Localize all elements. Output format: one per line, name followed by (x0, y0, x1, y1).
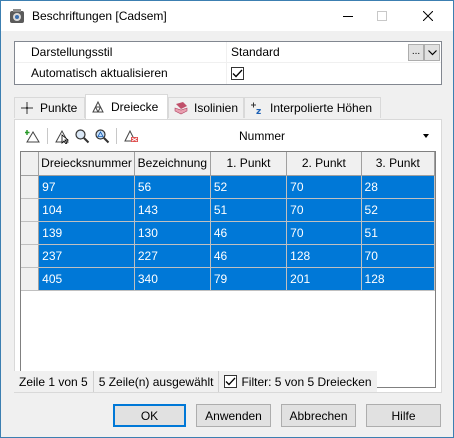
table-cell[interactable]: 52 (210, 175, 288, 199)
table-cell[interactable]: 56 (134, 175, 211, 199)
table-cell[interactable]: 128 (361, 267, 435, 291)
table-cell[interactable]: 130 (134, 221, 211, 245)
property-grid: Darstellungsstil Standard ... Automatisc… (14, 41, 442, 85)
toolbar-separator (47, 128, 48, 144)
tab-punkte[interactable]: Punkte (14, 97, 85, 118)
table-cell[interactable]: 70 (361, 244, 435, 268)
filter-label: Filter: 5 von 5 Dreiecken (241, 374, 372, 389)
table-header-row: Dreiecksnummer Bezeichnung 1. Punkt 2. P… (21, 152, 435, 176)
tab-dreiecke[interactable]: Dreiecke (85, 94, 168, 119)
table-cell[interactable]: 70 (286, 221, 362, 245)
property-label: Automatisch aktualisieren (31, 66, 168, 80)
ok-button[interactable]: OK (113, 404, 186, 427)
table-cell[interactable]: 237 (38, 244, 135, 268)
filter-checkbox[interactable] (224, 375, 238, 388)
table-cell[interactable]: 28 (361, 175, 435, 199)
toolbar-separator (116, 128, 117, 144)
table-cell[interactable]: 405 (38, 267, 135, 291)
zoom-selection-icon[interactable] (92, 126, 112, 146)
table-cell[interactable]: 128 (286, 244, 362, 268)
close-button[interactable] (411, 1, 445, 30)
toolbar (23, 126, 141, 146)
table-cell[interactable]: 227 (134, 244, 211, 268)
combobox-value: Nummer (239, 129, 286, 143)
add-triangle-icon[interactable] (23, 126, 43, 146)
dialog-window: Beschriftungen [Cadsem] Darstellungsstil… (0, 0, 454, 438)
status-row-position: Zeile 1 von 5 (14, 371, 94, 392)
row-header[interactable] (21, 221, 40, 245)
table-row[interactable]: 104 143 51 70 52 (21, 198, 435, 222)
table-row[interactable]: 405 340 79 201 128 (21, 267, 435, 291)
table-cell[interactable]: 51 (361, 221, 435, 245)
row-header[interactable] (21, 198, 40, 222)
table-cell[interactable]: 143 (134, 198, 211, 222)
triangle-table: Dreiecksnummer Bezeichnung 1. Punkt 2. P… (20, 151, 436, 388)
delete-label-icon[interactable] (121, 126, 141, 146)
table-cell[interactable]: 104 (38, 198, 135, 222)
tab-panel-dreiecke: Nummer Dreiecksnummer Bezeichnung 1. Pun… (14, 119, 442, 393)
apply-button[interactable]: Anwenden (196, 404, 271, 427)
status-selected-count: 5 Zeile(n) ausgewählt (93, 371, 220, 392)
ellipsis-button[interactable]: ... (408, 44, 424, 61)
table-cell[interactable]: 201 (286, 267, 362, 291)
table-cell[interactable]: 46 (210, 221, 288, 245)
property-label: Darstellungsstil (31, 45, 113, 59)
property-value[interactable]: Standard (231, 45, 280, 59)
column-header-punkt-1[interactable]: 1. Punkt (210, 152, 288, 176)
table-cell[interactable]: 52 (361, 198, 435, 222)
table-cell[interactable]: 79 (210, 267, 288, 291)
height-z-icon: z (250, 101, 264, 117)
tab-label: Punkte (40, 101, 78, 115)
table-cell[interactable]: 340 (134, 267, 211, 291)
label-field-combobox[interactable]: Nummer (237, 126, 435, 146)
title-bar[interactable]: Beschriftungen [Cadsem] (1, 1, 453, 31)
app-icon (9, 8, 25, 24)
status-filter[interactable]: Filter: 5 von 5 Dreiecken (219, 371, 377, 392)
maximize-button[interactable] (365, 1, 399, 30)
table-cell[interactable]: 97 (38, 175, 135, 199)
svg-text:z: z (256, 107, 261, 115)
style-dropdown-button[interactable] (424, 44, 440, 61)
contours-icon (174, 101, 188, 115)
autoupdate-checkbox[interactable] (231, 67, 244, 80)
table-row[interactable]: 139 130 46 70 51 (21, 221, 435, 245)
table-cell[interactable]: 70 (286, 198, 362, 222)
table-cell[interactable]: 70 (286, 175, 362, 199)
property-row-autoupdate[interactable]: Automatisch aktualisieren (15, 63, 441, 84)
help-button[interactable]: Hilfe (366, 404, 441, 427)
minimize-button[interactable] (331, 1, 365, 30)
column-header-dreiecksnummer[interactable]: Dreiecksnummer (38, 152, 135, 176)
row-header-corner[interactable] (21, 152, 40, 176)
column-header-bezeichnung[interactable]: Bezeichnung (134, 152, 211, 176)
tab-label: Isolinien (194, 101, 239, 115)
table-row[interactable]: 237 227 46 128 70 (21, 244, 435, 268)
crosshair-icon (20, 101, 34, 115)
window-title: Beschriftungen [Cadsem] (32, 9, 167, 23)
status-bar: Zeile 1 von 5 5 Zeile(n) ausgewählt Filt… (14, 371, 442, 392)
row-header[interactable] (21, 244, 40, 268)
triangles-icon (91, 100, 105, 114)
select-icon[interactable] (52, 126, 72, 146)
table-cell[interactable]: 51 (210, 198, 288, 222)
table-row[interactable]: 97 56 52 70 28 (21, 175, 435, 199)
table-cell[interactable]: 139 (38, 221, 135, 245)
column-header-punkt-2[interactable]: 2. Punkt (286, 152, 362, 176)
column-header-punkt-3[interactable]: 3. Punkt (361, 152, 435, 176)
row-header[interactable] (21, 175, 40, 199)
row-header[interactable] (21, 267, 40, 291)
cancel-button[interactable]: Abbrechen (281, 404, 356, 427)
table-cell[interactable]: 46 (210, 244, 288, 268)
chevron-down-icon (423, 134, 429, 138)
zoom-to-icon[interactable] (72, 126, 92, 146)
tab-label: Interpolierte Höhen (270, 101, 373, 115)
property-row-style[interactable]: Darstellungsstil Standard ... (15, 42, 441, 63)
tab-isolinien[interactable]: Isolinien (168, 97, 244, 118)
tab-interpolierte-hoehen[interactable]: z Interpolierte Höhen (244, 97, 381, 118)
tab-label: Dreiecke (111, 100, 159, 114)
